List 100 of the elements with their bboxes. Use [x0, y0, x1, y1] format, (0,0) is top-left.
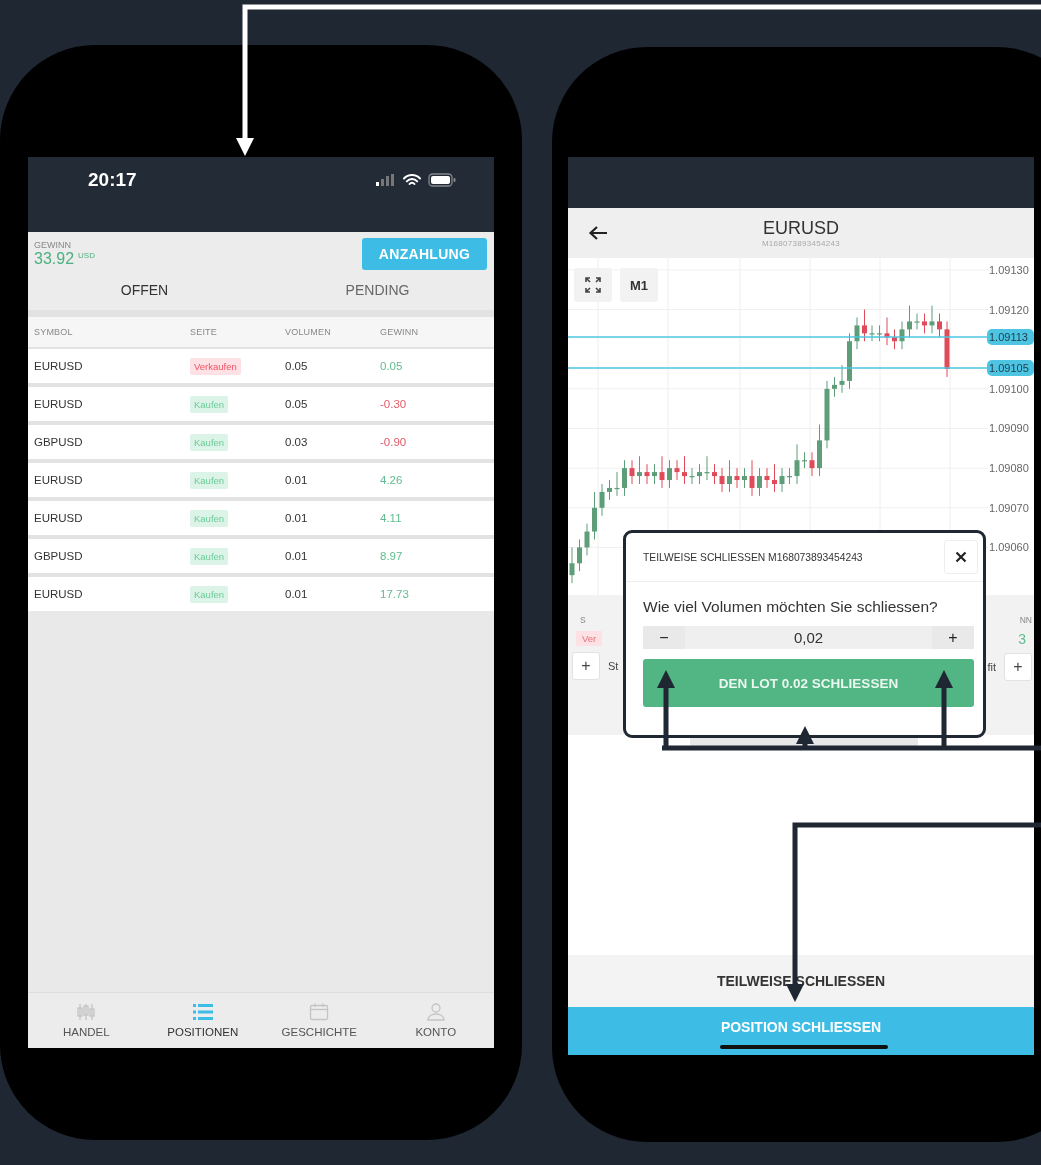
candle — [787, 467, 792, 485]
close-icon — [955, 551, 967, 563]
currency-label: USD — [78, 251, 95, 260]
profit-cell-text: 4.26 — [380, 474, 404, 486]
side-tag: Verkaufen — [190, 358, 241, 375]
candle — [674, 459, 680, 481]
candle — [914, 313, 920, 330]
profit-cell-text: 8.97 — [380, 550, 404, 562]
side-tag: Kaufen — [190, 586, 229, 603]
volume-field[interactable]: 0,02 — [685, 626, 932, 649]
increase-button[interactable]: + — [932, 626, 974, 649]
candle — [719, 467, 725, 493]
candle — [847, 332, 852, 390]
wifi-icon — [403, 173, 421, 187]
profit-cell-text: -0.30 — [380, 398, 408, 410]
volume-cell-text: 0.01 — [285, 550, 309, 562]
fullscreen-button[interactable] — [574, 268, 612, 302]
symbol-cell-text: EURUSD — [34, 512, 84, 524]
table-row[interactable]: EURUSD Kaufen 0.01 4.11 — [28, 501, 494, 535]
close-button[interactable] — [944, 540, 978, 574]
profit-label: GEWINN — [34, 240, 72, 250]
volume-cell-text: 0.01 — [285, 474, 309, 486]
table-row[interactable]: EURUSD Kaufen 0.05 -0.30 — [28, 387, 494, 421]
candle — [944, 320, 950, 378]
candle — [892, 328, 897, 350]
candle — [734, 467, 740, 489]
price-label: 1.09100 — [989, 382, 1029, 395]
dialog-question: Wie viel Volumen möchten Sie schliessen? — [642, 597, 939, 616]
calendar-icon — [309, 1003, 330, 1021]
candle — [802, 451, 807, 469]
timeframe-button[interactable]: M1 — [620, 268, 658, 302]
table-row[interactable]: GBPUSD Kaufen 0.03 -0.90 — [28, 425, 494, 459]
column-header: SEITE — [190, 327, 218, 337]
volume-cell-text: 0.01 — [285, 588, 309, 600]
candle — [869, 324, 875, 342]
back-arrow-icon[interactable] — [588, 225, 608, 241]
table-row[interactable]: GBPUSD Kaufen 0.01 8.97 — [28, 539, 494, 573]
candle — [577, 539, 582, 572]
expand-icon — [585, 277, 601, 293]
candle — [629, 459, 635, 485]
candle — [854, 316, 860, 350]
column-header: SYMBOL — [34, 327, 74, 337]
candle — [757, 467, 762, 497]
add-button[interactable]: + — [1004, 653, 1032, 681]
candle — [644, 463, 650, 485]
stop-loss-label: St — [608, 660, 619, 672]
candle — [682, 455, 687, 485]
dialog-title: TEILWEISE SCHLIESSEN M168073893454243 — [643, 551, 863, 563]
candle — [659, 455, 665, 489]
candle — [877, 324, 882, 342]
table-row[interactable]: EURUSD Kaufen 0.01 4.26 — [28, 463, 494, 497]
candle — [637, 455, 642, 485]
nav-item[interactable]: KONTO — [377, 993, 494, 1048]
side-tag: Kaufen — [190, 396, 229, 413]
tab[interactable]: OFFEN — [28, 270, 261, 310]
nav-item[interactable]: HANDEL — [28, 993, 145, 1048]
table-row[interactable]: EURUSD Kaufen 0.01 17.73 — [28, 577, 494, 611]
side-tag: Ver — [576, 631, 603, 646]
candle — [937, 313, 942, 338]
candle — [742, 467, 747, 489]
column-label: S — [580, 615, 586, 625]
candle — [862, 309, 867, 342]
candle — [772, 463, 777, 493]
candle — [704, 455, 710, 481]
candle — [584, 523, 590, 556]
side-tag: Kaufen — [190, 510, 229, 527]
symbol-title: EURUSD — [763, 218, 839, 239]
candle — [809, 451, 815, 477]
tab[interactable]: PENDING — [261, 270, 494, 310]
candle — [607, 479, 612, 501]
decrease-button[interactable]: − — [643, 626, 685, 649]
list-icon — [192, 1003, 213, 1021]
add-button[interactable]: + — [572, 652, 600, 680]
table-row[interactable]: EURUSD Verkaufen 0.05 0.05 — [28, 349, 494, 383]
symbol-cell-text: EURUSD — [34, 588, 84, 600]
candle — [824, 380, 830, 449]
profit-cell-text: -0.90 — [380, 436, 408, 448]
candle — [622, 459, 627, 497]
candle — [652, 463, 657, 485]
candle — [922, 313, 927, 334]
price-label: 1.09060 — [989, 541, 1029, 554]
symbol-cell-text: EURUSD — [34, 474, 84, 486]
candle — [749, 459, 755, 497]
candle — [817, 424, 822, 477]
candles-icon — [76, 1003, 97, 1021]
nav-item[interactable]: GESCHICHTE — [261, 993, 378, 1048]
volume-cell-text: 0.01 — [285, 512, 309, 524]
position-id: M168073893454243 — [761, 239, 841, 248]
candle — [884, 316, 890, 346]
symbol-cell-text: EURUSD — [34, 360, 84, 372]
volume-cell-text: 0.03 — [285, 436, 309, 448]
signal-icon — [376, 174, 396, 186]
nav-item[interactable]: POSITIONEN — [144, 993, 261, 1048]
side-tag: Kaufen — [190, 548, 229, 565]
symbol-cell-text: GBPUSD — [34, 550, 84, 562]
side-tag: Kaufen — [190, 434, 229, 451]
candle — [839, 364, 845, 394]
battery-icon — [428, 173, 456, 187]
symbol-cell-text: GBPUSD — [34, 436, 84, 448]
price-label: 1.09070 — [989, 501, 1029, 514]
